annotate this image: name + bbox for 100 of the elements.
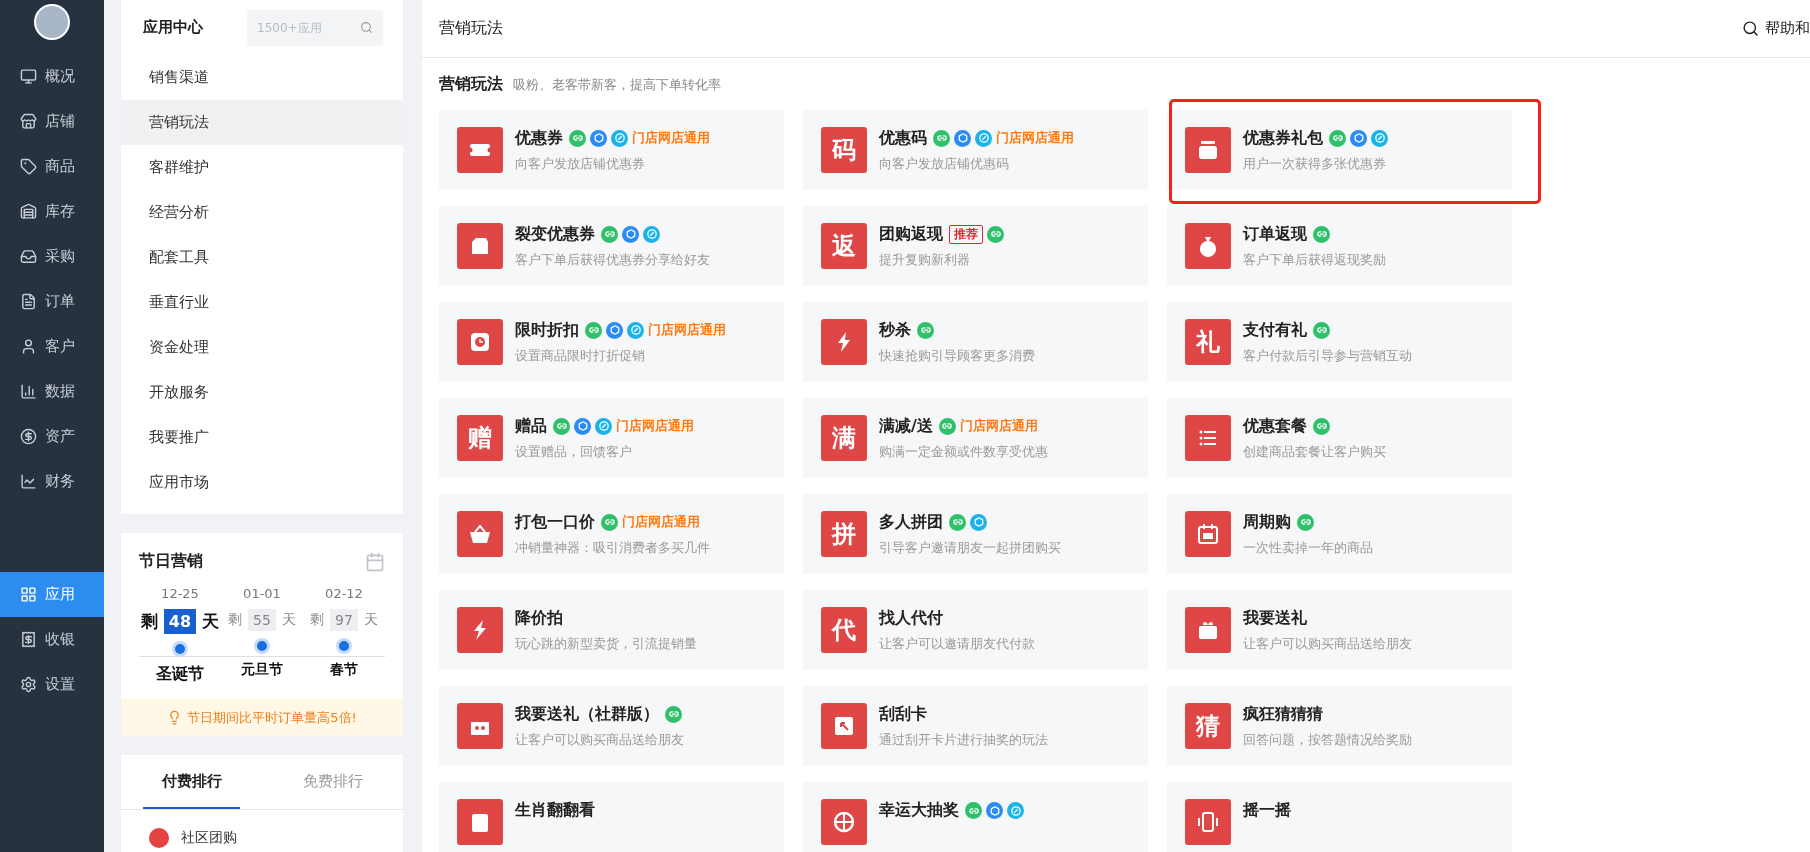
app-title: 团购返现 (879, 223, 943, 245)
lightning-icon (457, 607, 503, 653)
nav-item[interactable]: 商品 (0, 144, 104, 189)
document-icon (20, 293, 37, 310)
grid-icon (20, 586, 37, 603)
timeline-dot (175, 644, 185, 654)
nav-item[interactable]: 收银 (0, 617, 104, 662)
app-title: 支付有礼 (1243, 319, 1307, 341)
ticket-icon (457, 127, 503, 173)
app-card[interactable]: 我要送礼 让客户可以购买商品送给朋友 (1167, 590, 1512, 670)
app-title: 订单返现 (1243, 223, 1307, 245)
app-card[interactable]: 优惠券 门店网店通用 向客户发放店铺优惠券 (439, 110, 784, 190)
app-description: 冲销量神器：吸引消费者多买几件 (515, 538, 710, 557)
app-icon: 返 (821, 223, 867, 269)
basket-icon (457, 511, 503, 557)
nav-item[interactable]: 财务 (0, 459, 104, 504)
inbox-icon (20, 248, 37, 265)
days-unit: 天 (202, 610, 220, 633)
remain-label: 剩 (140, 610, 158, 633)
app-card[interactable]: 猜 疯狂猜猜猜 回答问题，按答题情况给奖励 (1167, 686, 1512, 766)
store-tag: 门店网店通用 (632, 129, 710, 147)
app-card[interactable]: 刮刮卡 通过刮开卡片进行抽奖的玩法 (803, 686, 1148, 766)
nav-item[interactable]: 库存 (0, 189, 104, 234)
days-count: 55 (248, 609, 276, 631)
days-unit: 天 (363, 611, 378, 629)
app-title: 优惠套餐 (1243, 415, 1307, 437)
list-icon (1185, 415, 1231, 461)
app-title: 生肖翻翻看 (515, 800, 595, 821)
app-card[interactable]: 限时折扣 门店网店通用 设置商品限时打折促销 (439, 302, 784, 382)
search-icon (360, 20, 373, 34)
app-card[interactable]: 礼 支付有礼 客户付款后引导参与营销互动 (1167, 302, 1512, 382)
festival-name: 圣诞节 (156, 664, 204, 685)
app-description: 快速抢购引导顾客更多消费 (879, 346, 1035, 365)
nav-item[interactable]: 数据 (0, 369, 104, 414)
app-title: 限时折扣 (515, 319, 579, 341)
app-title: 赠品 (515, 415, 547, 437)
user-icon (20, 338, 37, 355)
monitor-icon (20, 68, 37, 85)
app-description: 向客户发放店铺优惠券 (515, 154, 646, 173)
store-tag: 门店网店通用 (648, 321, 726, 339)
app-title: 优惠券 (515, 127, 563, 149)
app-card[interactable]: 降价拍 玩心跳的新型卖货，引流提销量 (439, 590, 784, 670)
receipt-icon (20, 631, 37, 648)
app-card[interactable]: 秒杀 快速抢购引导顾客更多消费 (803, 302, 1148, 382)
ranking-tab[interactable]: 付费排行 (143, 755, 240, 809)
section-subtitle: 吸粉、老客带新客，提高下单转化率 (513, 76, 721, 94)
page-title: 营销玩法 (439, 18, 503, 39)
app-description: 让客户可以购买商品送给朋友 (515, 730, 684, 749)
app-card[interactable]: 我要送礼（社群版） 让客户可以购买商品送给朋友 (439, 686, 784, 766)
app-description: 通过刮开卡片进行抽奖的玩法 (879, 730, 1048, 749)
app-description: 客户下单后获得返现奖励 (1243, 250, 1386, 269)
festival-name: 春节 (330, 661, 358, 679)
app-title: 摇一摇 (1243, 800, 1291, 821)
nav-item[interactable]: 资产 (0, 414, 104, 459)
nav-item[interactable]: 店铺 (0, 99, 104, 144)
store-tag: 门店网店通用 (996, 129, 1074, 147)
app-description: 让客户可以购买商品送给朋友 (1243, 634, 1412, 653)
nav-item[interactable]: 概况 (0, 54, 104, 99)
menu-item[interactable]: 营销玩法 (121, 100, 403, 145)
app-card[interactable]: 生肖翻翻看 (439, 782, 784, 852)
app-description: 回答问题，按答题情况给奖励 (1243, 730, 1412, 749)
nav-item[interactable]: 设置 (0, 662, 104, 707)
lightning-icon (821, 319, 867, 365)
nav-item[interactable]: 订单 (0, 279, 104, 324)
avatar[interactable] (34, 4, 70, 40)
app-title: 优惠券礼包 (1243, 127, 1323, 149)
app-description: 客户下单后获得优惠券分享给好友 (515, 250, 710, 269)
festival-date: 02-12 (325, 586, 363, 601)
app-card[interactable]: 返 团购返现 推荐 提升复购新利器 (803, 206, 1148, 286)
app-description: 客户付款后引导参与营销互动 (1243, 346, 1412, 365)
festival-date: 12-25 (161, 586, 199, 601)
app-description: 让客户可以邀请朋友代付款 (879, 634, 1035, 653)
app-icon: 满 (821, 415, 867, 461)
app-card[interactable]: 赠 赠品 门店网店通用 设置赠品，回馈客户 (439, 398, 784, 478)
app-description: 向客户发放店铺优惠码 (879, 154, 1010, 173)
days-count: 97 (330, 609, 358, 631)
help-link[interactable]: 帮助和 (1742, 19, 1810, 38)
clock-icon (457, 319, 503, 365)
timeline-dot (257, 641, 267, 651)
app-card[interactable]: 订单返现 客户下单后获得返现奖励 (1167, 206, 1512, 286)
app-title: 幸运大抽奖 (879, 800, 959, 821)
app-name[interactable]: 社区团购 (181, 829, 237, 847)
app-card[interactable]: 优惠套餐 创建商品套餐让客户购买 (1167, 398, 1512, 478)
nav-item[interactable]: 客户 (0, 324, 104, 369)
scratch-card-icon (821, 703, 867, 749)
app-card[interactable]: 码 优惠码 门店网店通用 向客户发放店铺优惠码 (803, 110, 1148, 190)
search-field[interactable]: 1500+应用 (247, 9, 383, 46)
app-description: 创建商品套餐让客户购买 (1243, 442, 1386, 461)
app-card[interactable]: 裂变优惠券 客户下单后获得优惠券分享给好友 (439, 206, 784, 286)
store-tag: 门店网店通用 (616, 417, 694, 435)
app-card[interactable]: 幸运大抽奖 (803, 782, 1148, 852)
app-card[interactable]: 打包一口价 门店网店通用 冲销量神器：吸引消费者多买几件 (439, 494, 784, 574)
app-card[interactable]: 代 找人代付 让客户可以邀请朋友代付款 (803, 590, 1148, 670)
panel-title: 应用中心 (143, 18, 203, 37)
app-title: 疯狂猜猜猜 (1243, 703, 1323, 725)
nav-item[interactable]: 采购 (0, 234, 104, 279)
app-description: 玩心跳的新型卖货，引流提销量 (515, 634, 697, 653)
recommend-tag: 推荐 (949, 224, 983, 244)
app-card[interactable]: 摇一摇 (1167, 782, 1512, 852)
app-title: 满减/送 (879, 415, 933, 437)
